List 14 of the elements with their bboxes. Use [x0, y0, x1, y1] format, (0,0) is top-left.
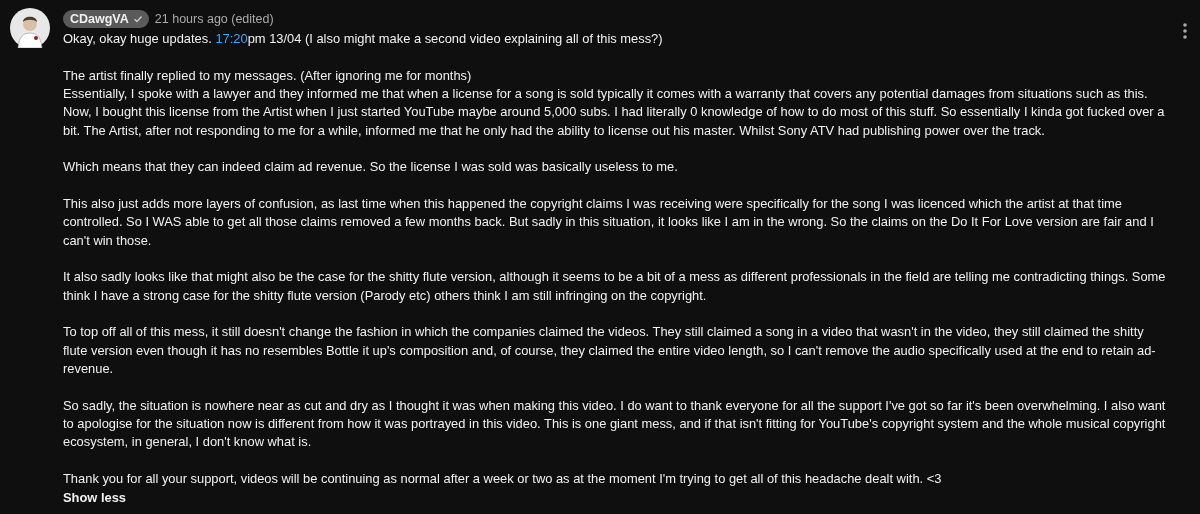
more-icon[interactable]: [1182, 22, 1188, 40]
comment-text: Which means that they can indeed claim ad revenue. So the license I was sold was basically useless to me.: [63, 158, 679, 177]
author-name[interactable]: CDawgVA: [63, 10, 149, 28]
comment-text: So sadly, the situation is nowhere near as cut and dry as I thought it was when making this video. I do want to thank everyone for all the support I've got so far it's been overwhelming. I also want to apologise for the situation now is different from how it was portrayed in this video. This is one giant mess, and if that isn't fitting for YouTube's copyright system and the whole musical copyright ecosystem, in general, I don't know what is.: [63, 396, 1167, 452]
avatar[interactable]: [10, 8, 50, 48]
comment-text: This also just adds more layers of confusion, as last time when this happened the copyright claims I was receiving were specifically for the song I was licenced which the artist at that time controlled. So I WAS able to get all those claims removed a few months back. But sadly in this situation, it looks like I am in the wrong. So the claims on the Do It For Love version are fair and I can't win those.: [63, 194, 1155, 250]
comment-time[interactable]: 21 hours ago (edited): [154, 12, 274, 26]
timestamp-link[interactable]: 17:20: [215, 31, 248, 46]
comment-text: Okay, okay huge updates. 17:20pm 13/04 (I also might make a second video explaining all of this mess?): [63, 30, 664, 48]
comment-text: The artist finally replied to my messages. (After ignoring me for months) Essentially, I spoke with a lawyer and they informed me that when a license for a song is sold typically it comes with a warranty that covers any potential damages from situations such as this. Now, I bought this license from the Artist when I just started YouTube maybe around 5,000 subs. I had literally 0 knowledge of how to do most of this stuff. So essentially I kinda got fucked over a bit. The Artist, after not responding to me for a while, informed me that he only had the ability to license out his master. Whilst Sony ATV had publishing power over the track.: [63, 66, 1166, 140]
comment-text: It also sadly looks like that might also be the case for the shitty flute version, although it seems to be a bit of a mess as different professionals in the field are telling me contradicting things. Some think I have a strong case for the shitty flute version (Parody etc) others think I am still infringing on the copyright.: [63, 268, 1167, 305]
comment-text: Thank you for all your support, videos will be continuing as normal after a week or two as at the moment I'm trying to get all of this headache dealt with. <3: [63, 469, 943, 488]
comment-text: To top off all of this mess, it still doesn't change the fashion in which the companies claimed the videos. They still claimed a song in a video that wasn't in the video, they still claimed the shitty flute version even though it has no resembles Bottle it up's composition and, of course, they claimed the entire video length, so I can't remove the audio specifically used at the end to retain ad-revenue.: [63, 323, 1157, 378]
show-less-button[interactable]: Show less: [63, 490, 127, 506]
